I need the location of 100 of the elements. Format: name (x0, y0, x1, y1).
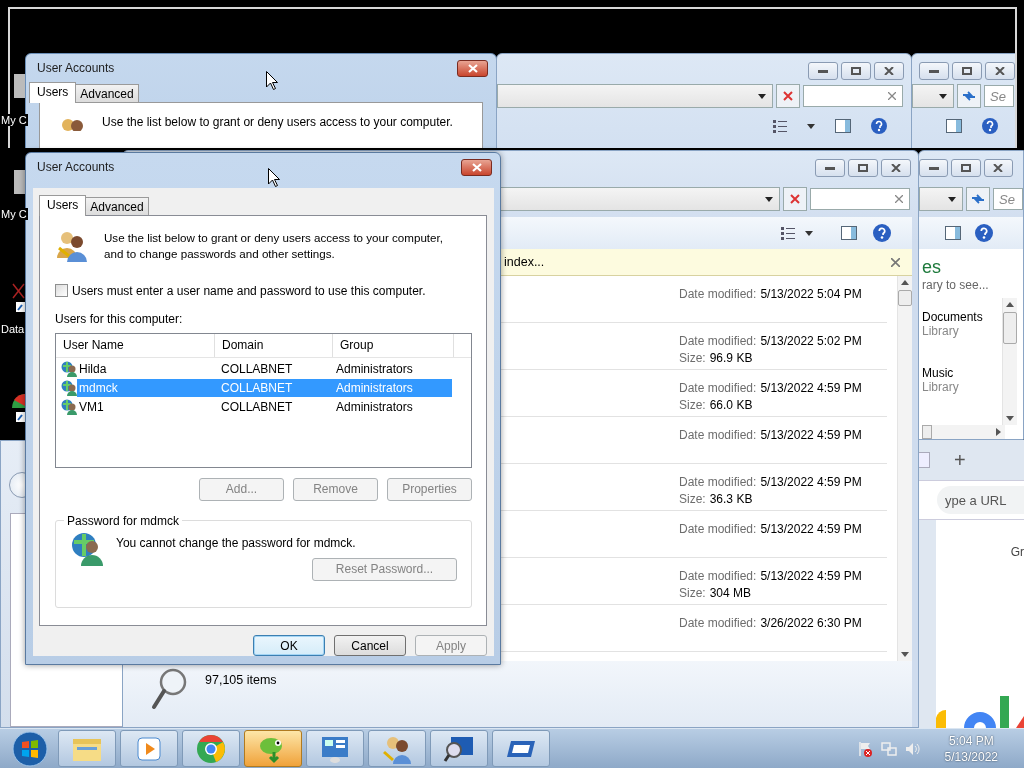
scrollbar[interactable] (1002, 298, 1017, 425)
help-icon[interactable] (975, 224, 993, 242)
checkbox[interactable] (55, 284, 68, 298)
library-type: Library (922, 380, 960, 394)
up-arrow-icon[interactable] (1006, 302, 1014, 307)
taskbar-button[interactable] (182, 730, 240, 767)
address-field[interactable] (912, 84, 954, 108)
cursor-icon (268, 168, 280, 187)
search-field[interactable]: Se (984, 85, 1014, 107)
refresh-button[interactable] (966, 187, 990, 211)
taskbar-button[interactable] (244, 730, 302, 767)
preview-pane-icon[interactable] (946, 119, 962, 133)
taskbar-button[interactable] (306, 730, 364, 767)
close-button[interactable] (985, 62, 1015, 80)
minimize-button[interactable] (919, 159, 949, 177)
maximize-button[interactable] (848, 159, 878, 177)
close-icon[interactable] (895, 195, 903, 203)
table-cell-text: Hilda (78, 362, 108, 377)
down-arrow-icon[interactable] (901, 652, 909, 657)
close-button[interactable] (457, 59, 488, 77)
dropdown-icon[interactable] (758, 93, 766, 99)
taskbar-button[interactable] (368, 730, 426, 767)
maximize-button[interactable] (952, 62, 982, 80)
help-icon[interactable] (871, 118, 887, 134)
checkbox-label[interactable]: Users must enter a user name and password to use this computer. (72, 283, 426, 298)
address-field[interactable]: ype a URL (937, 486, 1024, 514)
page-text: Gr (1010, 545, 1024, 559)
scrollbar-thumb[interactable] (898, 290, 912, 306)
dialog-button[interactable]: OK (253, 635, 325, 656)
column-header[interactable]: Domain (215, 333, 333, 357)
help-icon[interactable] (982, 118, 998, 134)
user-icon (61, 399, 77, 416)
tab[interactable]: Users (39, 194, 87, 216)
taskbar-button[interactable] (120, 730, 178, 767)
close-icon (993, 164, 1004, 172)
library-name[interactable]: Music (922, 366, 1002, 380)
field-label: Size: (679, 398, 706, 412)
close-button[interactable] (874, 62, 904, 80)
up-arrow-icon[interactable] (901, 280, 909, 285)
user-icon (61, 361, 77, 378)
column-header[interactable]: Group (333, 333, 454, 357)
list-row[interactable]: VM1 COLLABNET Administrators (77, 398, 452, 417)
field-label: Date modified: (679, 522, 757, 536)
minimize-button[interactable] (808, 62, 838, 80)
dropdown-icon[interactable] (805, 230, 813, 236)
desktop-icon-label[interactable]: My C (0, 208, 28, 220)
refresh-button[interactable] (957, 84, 981, 108)
field-label: Date modified: (679, 287, 757, 301)
scrollbar-thumb[interactable] (922, 425, 932, 439)
preview-pane-icon[interactable] (835, 119, 851, 133)
scrollbar[interactable] (922, 425, 1005, 439)
down-arrow-icon[interactable] (1006, 416, 1014, 421)
minimize-button[interactable] (919, 62, 949, 80)
view-icon[interactable] (773, 119, 787, 133)
tab[interactable]: Advanced (75, 84, 139, 102)
maximize-button[interactable] (841, 62, 871, 80)
close-icon[interactable] (891, 257, 900, 267)
minimize-button[interactable] (815, 159, 845, 177)
flag-icon[interactable] (856, 740, 873, 757)
right-arrow-icon[interactable] (996, 428, 1001, 436)
new-tab-button[interactable]: + (954, 448, 966, 472)
desktop-icon-label[interactable]: Data (0, 323, 26, 335)
search-field[interactable]: Se (993, 188, 1023, 210)
close-button[interactable] (461, 158, 492, 176)
date-text: 5/13/2022 4:59 PM (760, 381, 862, 395)
list-row[interactable]: Hilda COLLABNET Administrators (77, 360, 452, 379)
scrollbar-thumb[interactable] (1003, 312, 1017, 344)
dialog-button[interactable]: Cancel (334, 635, 406, 656)
column-header[interactable]: User Name (56, 333, 215, 357)
minimize-icon (929, 69, 939, 73)
search-field[interactable] (803, 85, 903, 107)
subtitle: rary to see... (922, 278, 990, 292)
dropdown-icon[interactable] (765, 196, 773, 202)
dropdown-icon[interactable] (948, 196, 956, 202)
field-label: Date modified: (679, 569, 757, 583)
address-field[interactable] (919, 187, 963, 211)
search-field[interactable] (810, 188, 910, 210)
close-icon[interactable] (888, 92, 896, 100)
tab[interactable]: Advanced (85, 196, 149, 215)
library-name[interactable]: Documents (922, 310, 1002, 324)
tab[interactable]: Users (29, 82, 77, 103)
close-button[interactable] (881, 159, 911, 177)
description-text: Use the list below to grant or deny users access to your computer. (102, 115, 453, 129)
taskbar-button[interactable] (430, 730, 488, 767)
preview-pane-icon[interactable] (841, 226, 857, 240)
help-icon[interactable] (873, 224, 891, 242)
desktop-icon-label[interactable]: My C (0, 114, 28, 126)
stop-button[interactable] (783, 187, 807, 211)
scrollbar[interactable] (897, 276, 912, 661)
close-button[interactable] (983, 159, 1013, 177)
taskbar-button[interactable] (492, 730, 550, 767)
maximize-button[interactable] (951, 159, 981, 177)
start-button[interactable] (10, 729, 50, 768)
dropdown-icon[interactable] (939, 93, 947, 99)
stop-button[interactable] (776, 84, 800, 108)
view-icon[interactable] (781, 226, 795, 240)
dropdown-icon[interactable] (807, 123, 815, 129)
preview-pane-icon[interactable] (945, 226, 961, 240)
address-field[interactable] (497, 84, 773, 108)
chrome-icon (196, 733, 226, 764)
